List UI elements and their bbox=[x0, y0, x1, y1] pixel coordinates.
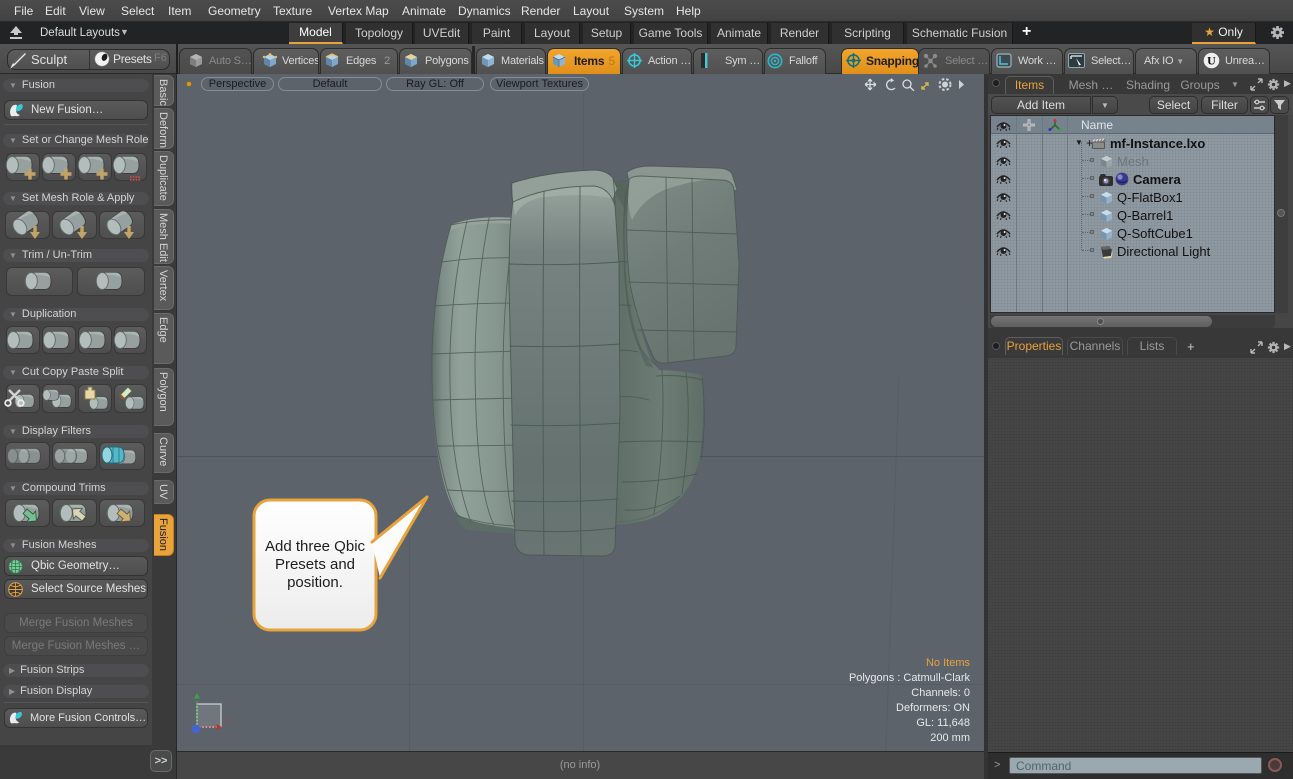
svg-text:Add three Qbic: Add three Qbic bbox=[265, 538, 366, 555]
svg-text:Presets and: Presets and bbox=[275, 556, 355, 573]
svg-text:position.: position. bbox=[287, 574, 343, 591]
svg-text:x: x bbox=[225, 715, 229, 724]
svg-text:U: U bbox=[1207, 54, 1216, 68]
